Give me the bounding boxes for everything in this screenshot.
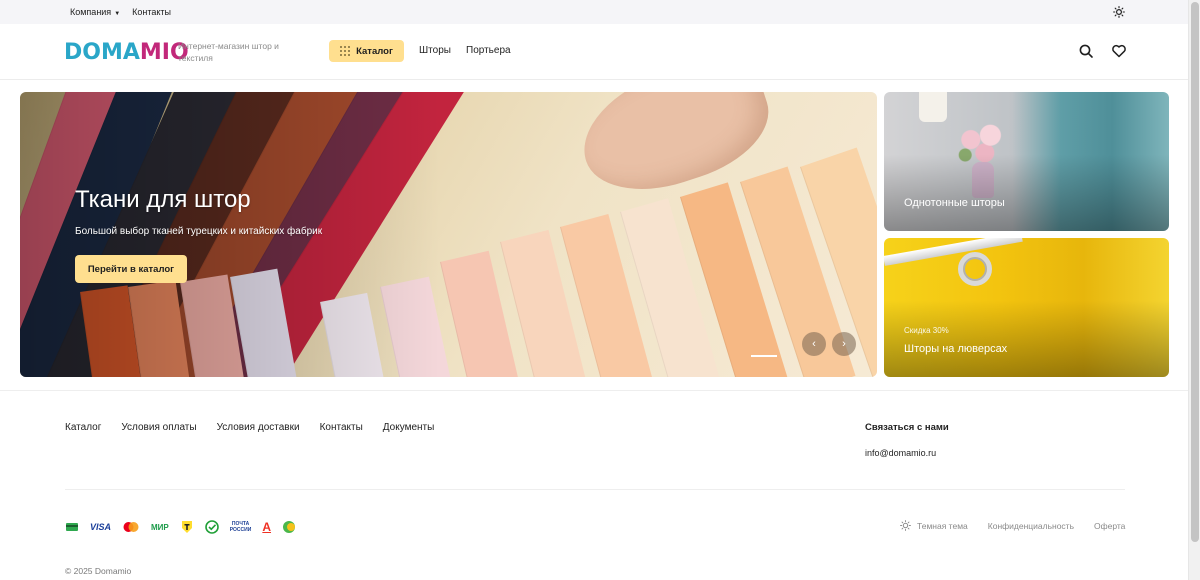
alfa-bank-logo: A	[262, 520, 272, 534]
slide-indicator[interactable]	[751, 355, 777, 357]
footer-link-catalog[interactable]: Каталог	[65, 422, 101, 433]
hero-subtitle: Большой выбор тканей турецких и китайски…	[75, 226, 323, 237]
tinkoff-icon	[181, 521, 192, 533]
tagline: Интернет-магазин штор и текстиля	[178, 41, 279, 63]
footer-divider-top	[0, 390, 1188, 391]
grid-dots-icon	[340, 46, 351, 56]
yandex-pay-icon	[283, 521, 296, 533]
footer-link-documents[interactable]: Документы	[383, 422, 435, 433]
footer-divider	[65, 489, 1125, 490]
top-contacts-link[interactable]: Контакты	[132, 7, 171, 17]
site-header: DOMAMIO Интернет-магазин штор и текстиля…	[0, 24, 1188, 80]
chevron-right-icon[interactable]: ›	[832, 332, 856, 356]
card-title: Шторы на люверсах	[904, 343, 1008, 355]
footer-bottom-right: Темная тема Конфиденциальность Оферта	[900, 520, 1125, 531]
heart-icon[interactable]	[1111, 43, 1127, 59]
chevron-left-icon[interactable]: ‹	[802, 332, 826, 356]
sun-icon[interactable]	[1113, 6, 1125, 18]
sberpay-icon	[204, 520, 219, 534]
nav-link-curtains[interactable]: Шторы	[419, 45, 451, 56]
mastercard-icon	[123, 522, 139, 532]
dark-theme-label: Темная тема	[917, 520, 968, 531]
footer-link-payment[interactable]: Условия оплаты	[121, 422, 196, 433]
mir-logo: МИР	[151, 522, 169, 532]
footer-link-contacts[interactable]: Контакты	[320, 422, 363, 433]
go-to-catalog-button[interactable]: Перейти в каталог	[75, 255, 187, 283]
pochta-line-2: РОССИИ	[229, 527, 252, 533]
sbp-icon	[66, 523, 78, 531]
card-eyelet-curtains[interactable]: Скидка 30% Шторы на люверсах	[884, 238, 1169, 377]
copyright: © 2025 Domamio	[65, 566, 132, 576]
discount-note: Скидка 30%	[904, 326, 949, 335]
sun-icon	[900, 520, 911, 531]
catalog-button[interactable]: Каталог	[329, 40, 404, 62]
scrollbar-thumb[interactable]	[1191, 2, 1199, 542]
footer-links: Каталог Условия оплаты Условия доставки …	[65, 422, 434, 433]
top-bar: Компания ▼ Контакты	[0, 0, 1188, 24]
catalog-button-label: Каталог	[356, 45, 393, 57]
logo[interactable]: DOMAMIO	[64, 40, 189, 65]
search-icon[interactable]	[1078, 43, 1094, 59]
logo-part-1: DOMA	[64, 40, 140, 65]
payment-methods: VISA МИР ПОЧТА РОССИИ A	[65, 519, 296, 535]
privacy-link[interactable]: Конфиденциальность	[988, 521, 1074, 531]
hero-title: Ткани для штор	[75, 186, 251, 213]
footer-link-delivery[interactable]: Условия доставки	[217, 422, 300, 433]
pochta-rossii-logo: ПОЧТА РОССИИ	[230, 521, 252, 533]
dark-theme-toggle[interactable]: Темная тема	[900, 520, 968, 531]
scrollbar[interactable]	[1188, 0, 1200, 580]
contact-heading: Связаться с нами	[865, 422, 949, 433]
company-menu-label: Компания	[70, 7, 112, 17]
caret-down-icon: ▼	[114, 11, 121, 17]
card-plain-curtains[interactable]: Однотонные шторы	[884, 92, 1169, 231]
company-menu[interactable]: Компания ▼	[70, 7, 120, 17]
visa-logo: VISA	[90, 522, 112, 532]
card-title: Однотонные шторы	[904, 197, 1005, 209]
contact-email-link[interactable]: info@domamio.ru	[865, 448, 936, 458]
nav-link-portiere[interactable]: Портьера	[466, 45, 511, 56]
offer-link[interactable]: Оферта	[1094, 521, 1125, 531]
